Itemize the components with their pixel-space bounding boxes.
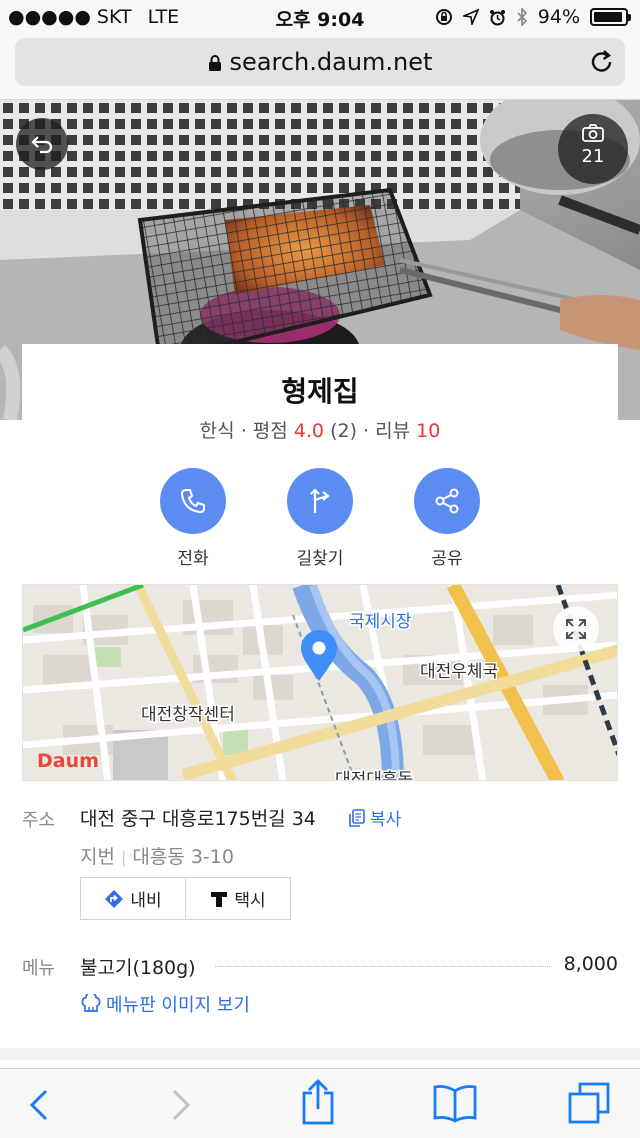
directions-button[interactable]: 길찾기 [270,468,370,569]
rotation-lock-icon [435,9,452,25]
navi-label: 내비 [130,891,162,911]
rating-count: (2) [330,420,357,442]
navi-icon [105,889,124,908]
bookmarks-icon[interactable] [432,1083,478,1123]
navi-button[interactable]: 내비 [81,878,185,919]
place-meta: 한식 · 평점 4.0 (2) · 리뷰 10 [199,420,441,442]
share-label: 공유 [431,549,463,569]
menu-item-price: 8,000 [563,953,618,975]
directions-icon [310,488,330,513]
photo-count: 21 [581,146,605,167]
back-button[interactable] [16,118,68,170]
share-icon [435,488,459,514]
share-sheet-icon[interactable] [300,1079,336,1125]
category: 한식 [199,420,235,442]
review-count[interactable]: 10 [416,420,440,442]
menu-image-link[interactable]: 메뉴판 이미지 보기 [80,991,250,1017]
copy-address-button[interactable]: 복사 [348,805,401,830]
action-bar: 전화 길찾기 공유 [0,468,640,569]
leader-dots [215,966,550,967]
address-bar[interactable]: search.daum.net [15,38,625,86]
share-button[interactable]: 공유 [397,468,497,569]
location-map[interactable]: 국제시장 대전우체국 대전창작센터 대전대흥동 Daum [22,584,618,781]
road-address: 대전 중구 대흥로175번길 34 [80,808,316,830]
map-label-post-office: 대전우체국 [420,662,498,682]
menu-label: 메뉴 [22,958,56,979]
call-label: 전화 [177,549,209,569]
camera-icon [582,124,604,142]
taxi-button[interactable]: 택시 [185,878,290,919]
phone-icon [180,489,205,514]
menu-item-name: 불고기(180g) [80,957,196,979]
rating-value: 4.0 [293,420,325,442]
copy-label: 복사 [370,810,402,830]
battery-percent: 94% [537,6,580,28]
chef-hat-icon [81,994,101,1012]
review-label[interactable]: 리뷰 [375,420,410,442]
directions-label: 길찾기 [296,549,344,569]
address-label: 주소 [22,810,56,831]
taxi-label: 택시 [234,891,266,911]
expand-map-button[interactable] [553,606,599,652]
lot-address-label: 지번 [80,846,115,868]
rating-label: 평점 [252,420,288,442]
bluetooth-icon [517,8,527,26]
return-arrow-icon [31,136,53,154]
back-icon[interactable] [28,1089,50,1121]
battery-icon [590,8,631,26]
daum-logo: Daum [37,750,99,772]
map-label-center: 대전창작센터 [141,705,235,725]
menu-item: 불고기(180g) 8,000 [80,953,618,980]
copy-icon [349,808,365,827]
lock-icon [208,55,221,71]
call-button[interactable]: 전화 [143,468,243,569]
status-bar: ●●●●● SKT LTE 오후 9:04 94% [0,0,640,34]
forward-icon[interactable] [170,1089,192,1121]
tabs-icon[interactable] [567,1081,611,1125]
url-text: search.daum.net [229,48,433,76]
alarm-icon [489,9,505,25]
lot-address-value: 대흥동 3-10 [132,846,234,868]
taxi-icon [211,891,228,907]
browser-chrome: search.daum.net [0,34,640,100]
expand-icon [566,619,586,639]
lot-address: 지번 | 대흥동 3-10 [80,846,234,868]
map-label-market: 국제시장 [349,612,412,632]
place-name: 형제집 [281,375,359,408]
section-divider [0,1048,640,1060]
transport-buttons: 내비 택시 [80,877,291,920]
reload-icon[interactable] [589,48,615,76]
photo-gallery-button[interactable]: 21 [558,114,628,184]
menu-image-label: 메뉴판 이미지 보기 [106,995,250,1016]
map-label-station: 대전대흥동 [335,770,413,781]
browser-toolbar [0,1068,640,1138]
location-icon [462,9,479,25]
